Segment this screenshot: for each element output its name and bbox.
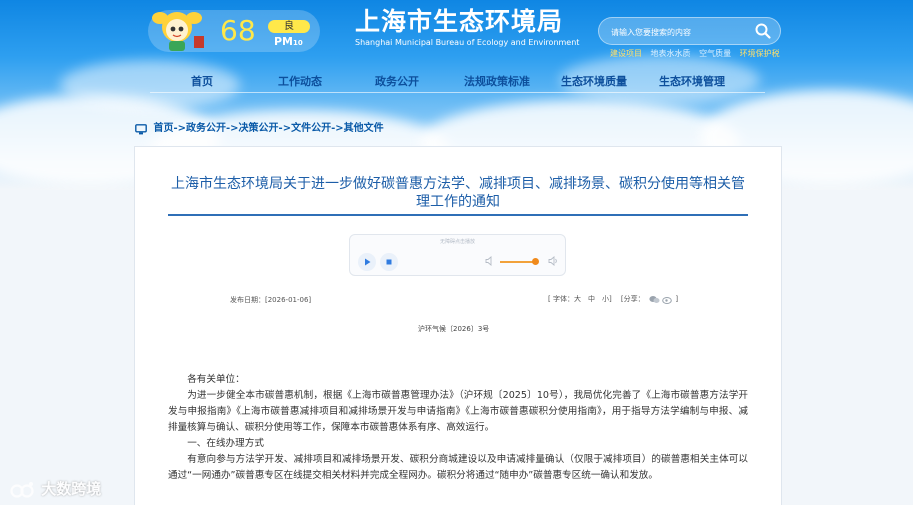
breadcrumb: 首页->政务公开->决策公开->文件公开->其他文件 [135, 122, 384, 136]
site-logo-title[interactable]: 上海市生态环境局 [355, 6, 563, 38]
document-number: 沪环气候〔2026〕3号 [418, 325, 490, 333]
quick-links: 建设项目 地表水水质 空气质量 环境保护税 [610, 49, 786, 59]
stop-icon [386, 259, 392, 265]
search-box [598, 17, 781, 45]
nav-environment-management[interactable]: 生态环境管理 [659, 74, 725, 90]
breadcrumb-home[interactable]: 首页 [153, 123, 173, 134]
mascot-icon [152, 12, 204, 51]
volume-slider-handle[interactable] [532, 258, 539, 265]
font-size-options[interactable]: [ 字体：大 中 小] [548, 295, 612, 303]
monitor-icon [135, 123, 147, 134]
volume-low-icon[interactable] [485, 256, 495, 266]
aqi-pollutant: PM10 [274, 35, 303, 48]
stop-button[interactable] [380, 253, 398, 271]
quick-link-tax[interactable]: 环境保护税 [740, 49, 780, 58]
weibo-icon[interactable] [662, 295, 673, 304]
site-logo-subtitle: Shanghai Municipal Bureau of Ecology and… [355, 38, 580, 47]
breadcrumb-files[interactable]: ->文件公开 [279, 123, 332, 134]
greeting: 各有关单位： [187, 374, 245, 385]
watermark: 大数跨境 [10, 478, 101, 500]
watermark-logo-icon [10, 481, 34, 498]
aqi-level-badge: 良 [268, 20, 310, 33]
title-divider [168, 214, 748, 216]
breadcrumb-decision[interactable]: ->决策公开 [226, 123, 279, 134]
nav-home[interactable]: 首页 [191, 74, 213, 90]
wechat-icon[interactable] [649, 295, 660, 304]
audio-player: 无障碍点击播放 [349, 234, 566, 276]
article-body: 各有关单位： 为进一步健全本市碳普惠机制，根据《上海市碳普惠管理办法》（沪环规〔… [168, 372, 748, 484]
share-end: ] [675, 295, 679, 303]
publish-date: 发布日期：[2026-01-06] [230, 296, 312, 304]
paragraph-1: 为进一步健全本市碳普惠机制，根据《上海市碳普惠管理办法》（沪环规〔2025〕10… [168, 390, 748, 433]
breadcrumb-other-files[interactable]: ->其他文件 [331, 123, 384, 134]
article-title: 上海市生态环境局关于进一步做好碳普惠方法学、减排项目、减排场景、碳积分使用等相关… [171, 176, 745, 210]
article-tools: [ 字体：大 中 小] [分享： ] [548, 294, 685, 305]
breadcrumb-affairs[interactable]: ->政务公开 [173, 123, 226, 134]
play-icon [365, 258, 371, 266]
quick-link-construction[interactable]: 建设项目 [610, 49, 642, 58]
quick-link-water[interactable]: 地表水水质 [651, 49, 691, 58]
nav-government-affairs[interactable]: 政务公开 [375, 74, 419, 90]
quick-link-air[interactable]: 空气质量 [699, 49, 731, 58]
nav-work-news[interactable]: 工作动态 [278, 74, 322, 90]
search-icon[interactable] [754, 22, 772, 40]
nav-divider [150, 92, 765, 93]
share-label: [分享： [620, 295, 645, 303]
nav-regulations[interactable]: 法规政策标准 [464, 74, 530, 90]
nav-environment-quality[interactable]: 生态环境质量 [561, 74, 627, 90]
paragraph-2: 有意向参与方法学开发、减排项目和减排场景开发、碳积分商城建设以及申请减排量确认（… [168, 454, 748, 481]
volume-high-icon[interactable] [548, 256, 559, 266]
player-caption: 无障碍点击播放 [439, 239, 475, 245]
aqi-value: 68 [220, 14, 256, 47]
search-input[interactable] [611, 24, 751, 40]
main-nav: 首页 工作动态 政务公开 法规政策标准 生态环境质量 生态环境管理 [170, 74, 770, 90]
section-heading-1: 一、在线办理方式 [187, 438, 264, 449]
play-button[interactable] [358, 253, 376, 271]
